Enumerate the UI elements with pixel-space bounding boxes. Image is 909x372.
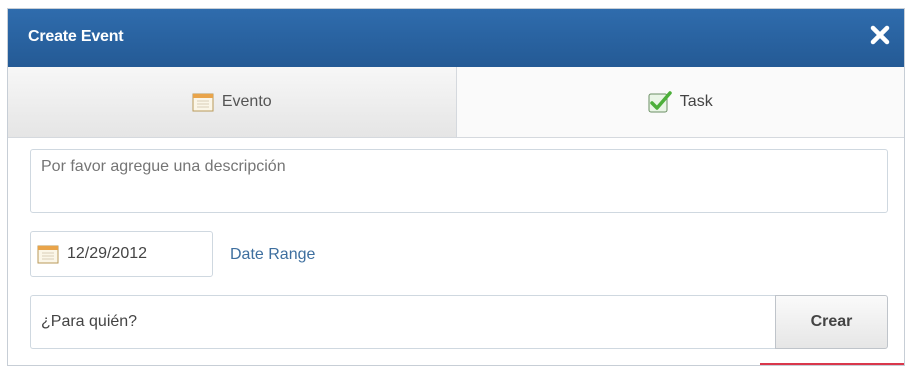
checkbox-checked-icon: [648, 91, 672, 113]
description-input[interactable]: [30, 149, 888, 213]
calendar-icon: [192, 92, 214, 112]
date-value: 12/29/2012: [67, 245, 148, 262]
crear-button[interactable]: Crear: [775, 295, 888, 349]
tab-task[interactable]: Task: [456, 67, 904, 137]
dialog-title: Create Event: [28, 28, 124, 45]
close-x-icon[interactable]: [868, 23, 892, 47]
tab-evento[interactable]: Evento: [8, 67, 457, 137]
dialog-titlebar: Create Event: [8, 9, 904, 67]
assignee-placeholder: ¿Para quién?: [41, 313, 138, 330]
tab-task-label: Task: [679, 93, 713, 110]
event-type-tabs: Evento Task: [8, 67, 904, 138]
tab-evento-label: Evento: [221, 93, 272, 110]
calendar-icon: [37, 244, 59, 264]
date-range-link[interactable]: Date Range: [230, 246, 315, 264]
date-field[interactable]: 12/29/2012: [30, 231, 213, 277]
red-underline-mark: [760, 363, 904, 365]
assignee-input[interactable]: ¿Para quién?: [30, 295, 776, 349]
create-event-dialog: Create Event Evento Task Por favor agreg…: [7, 8, 905, 366]
